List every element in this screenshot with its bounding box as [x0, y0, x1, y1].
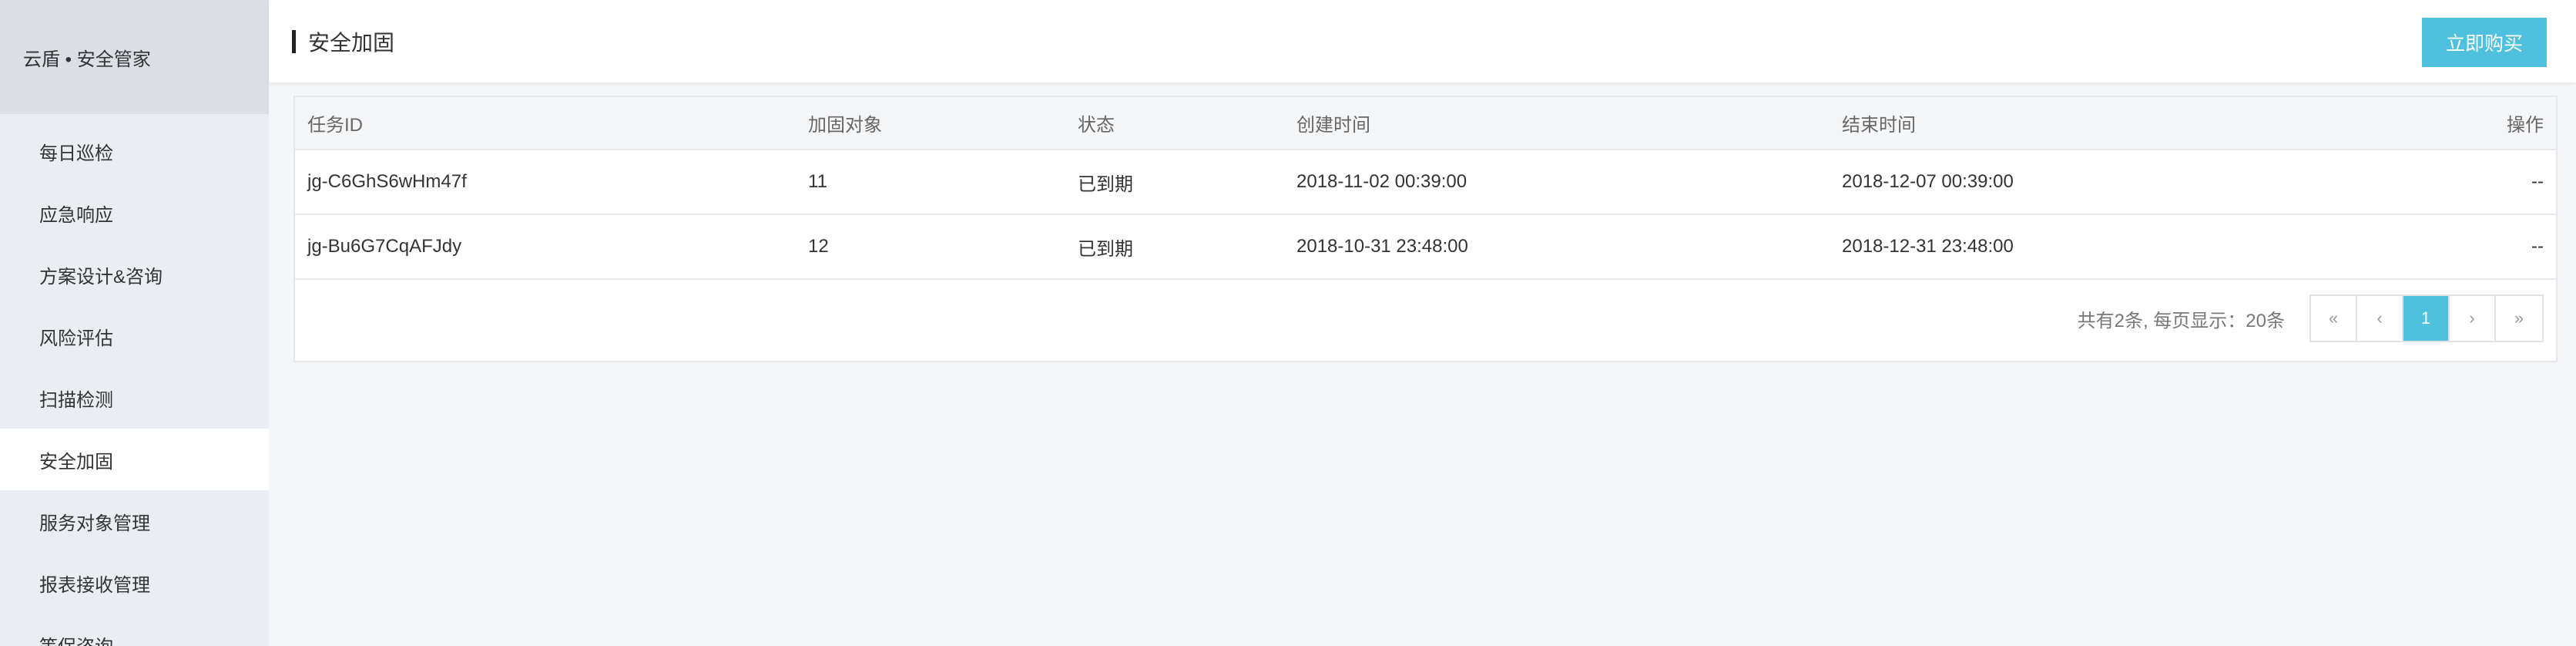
prev-page-button[interactable]: ‹	[2357, 296, 2403, 341]
cell-actions: --	[2402, 150, 2556, 215]
column-header-task-id: 任务ID	[295, 97, 808, 150]
task-table: 任务ID 加固对象 状态 创建时间 结束时间 操作 jg-C6GhS6wHm47…	[295, 97, 2556, 280]
sidebar-item-scan-detection[interactable]: 扫描检测	[0, 367, 269, 429]
table-row: jg-C6GhS6wHm47f 11 已到期 2018-11-02 00:39:…	[295, 150, 2556, 215]
page-title-wrap: 安全加固	[292, 29, 395, 55]
next-page-button[interactable]: ›	[2450, 296, 2496, 341]
sidebar-item-security-hardening[interactable]: 安全加固	[0, 429, 269, 490]
pagination-bar: 共有2条, 每页显示：20条 « ‹ 1 › »	[295, 294, 2556, 342]
sidebar-item-compliance-consulting[interactable]: 等保咨询	[0, 614, 269, 646]
task-table-panel: 任务ID 加固对象 状态 创建时间 结束时间 操作 jg-C6GhS6wHm47…	[293, 96, 2558, 362]
cell-actions: --	[2402, 214, 2556, 280]
sidebar-item-daily-inspection[interactable]: 每日巡检	[0, 120, 269, 182]
column-header-ended: 结束时间	[1842, 97, 2402, 150]
cell-target: 12	[808, 214, 1078, 280]
cell-created: 2018-10-31 23:48:00	[1296, 214, 1842, 280]
pagination-info: 共有2条, 每页显示：20条	[2077, 310, 2285, 331]
first-page-button[interactable]: «	[2311, 296, 2357, 341]
pagination: « ‹ 1 › »	[2309, 294, 2544, 342]
sidebar: 云盾 • 安全管家 每日巡检 应急响应 方案设计&咨询 风险评估 扫描检测 安全…	[0, 0, 269, 646]
page-header: 安全加固 立即购买	[269, 0, 2576, 82]
cell-task-id: jg-C6GhS6wHm47f	[295, 150, 808, 215]
page-button-current[interactable]: 1	[2403, 296, 2450, 341]
cell-task-id: jg-Bu6G7CqAFJdy	[295, 214, 808, 280]
title-accent-bar	[292, 30, 296, 53]
sidebar-item-solution-design[interactable]: 方案设计&咨询	[0, 244, 269, 305]
table-row: jg-Bu6G7CqAFJdy 12 已到期 2018-10-31 23:48:…	[295, 214, 2556, 280]
cell-created: 2018-11-02 00:39:00	[1296, 150, 1842, 215]
column-header-status: 状态	[1078, 97, 1296, 150]
buy-now-button[interactable]: 立即购买	[2422, 18, 2547, 67]
column-header-actions: 操作	[2402, 97, 2556, 150]
column-header-created: 创建时间	[1296, 97, 1842, 150]
page-title: 安全加固	[308, 31, 395, 55]
cell-ended: 2018-12-07 00:39:00	[1842, 150, 2402, 215]
sidebar-item-emergency-response[interactable]: 应急响应	[0, 182, 269, 244]
column-header-target: 加固对象	[808, 97, 1078, 150]
sidebar-title: 云盾 • 安全管家	[0, 0, 269, 114]
sidebar-nav: 每日巡检 应急响应 方案设计&咨询 风险评估 扫描检测 安全加固 服务对象管理 …	[0, 114, 269, 646]
cell-target: 11	[808, 150, 1078, 215]
cell-status: 已到期	[1078, 214, 1296, 280]
cell-ended: 2018-12-31 23:48:00	[1842, 214, 2402, 280]
sidebar-item-report-receiving[interactable]: 报表接收管理	[0, 552, 269, 614]
table-header-row: 任务ID 加固对象 状态 创建时间 结束时间 操作	[295, 97, 2556, 150]
sidebar-item-risk-assessment[interactable]: 风险评估	[0, 305, 269, 367]
cell-status: 已到期	[1078, 150, 1296, 215]
sidebar-item-service-object-management[interactable]: 服务对象管理	[0, 490, 269, 552]
last-page-button[interactable]: »	[2496, 296, 2542, 341]
